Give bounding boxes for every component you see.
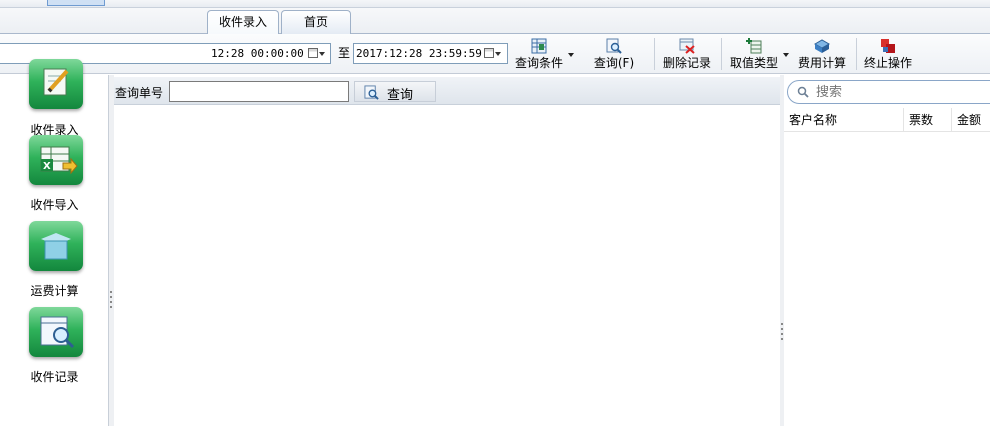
query-bar: 查询单号 查询 (114, 77, 780, 105)
column-header-customer-name[interactable]: 客户名称 (784, 108, 904, 132)
tab-home[interactable]: 首页 (281, 10, 351, 34)
magnifier-record-icon (29, 307, 83, 357)
magnifier-doc-icon (606, 38, 622, 54)
date-range-separator: 至 (338, 46, 351, 60)
query-number-label: 查询单号 (115, 86, 164, 100)
menu-item-cut[interactable] (112, 0, 172, 6)
delete-record-button[interactable]: 删除记录 (660, 34, 714, 74)
value-type-label: 取值类型 (729, 56, 778, 70)
query-number-input[interactable] (169, 81, 349, 102)
stop-operation-label: 终止操作 (863, 56, 912, 70)
fee-calc-button[interactable]: 费用计算 (795, 34, 849, 74)
customer-panel: 客户名称 票数 金额 (784, 75, 990, 426)
box-calc-icon (814, 39, 830, 53)
sidebar-item-freight-calc[interactable]: 运费计算 (0, 221, 109, 305)
chevron-down-icon[interactable] (783, 53, 789, 57)
column-header-amount[interactable]: 金额 (952, 108, 990, 132)
box-calc-icon (29, 221, 83, 271)
sidebar-item-receipt-import[interactable]: X 收件导入 (0, 135, 109, 219)
delete-doc-icon (679, 38, 695, 54)
calendar-dropdown-icon[interactable] (483, 45, 501, 62)
add-column-icon (746, 38, 762, 54)
column-header-ticket-count[interactable]: 票数 (904, 108, 952, 132)
customer-search-box[interactable] (787, 80, 990, 104)
menu-item-active-cut[interactable] (47, 0, 105, 6)
menu-strip (0, 0, 990, 8)
menu-item-cut[interactable] (2, 0, 42, 6)
toolbar-separator (721, 38, 722, 70)
query-search-label: 查询 (387, 88, 414, 103)
date-from-value: 12:28 00:00:00 (211, 47, 304, 60)
stop-operation-button[interactable]: 终止操作 (861, 34, 915, 74)
chevron-down-icon[interactable] (568, 53, 574, 57)
customer-search-input[interactable] (816, 83, 986, 101)
sidebar: 收件录入 X 收件导入 运费计算 收件记录 (0, 59, 109, 426)
sidebar-item-receipt-records[interactable]: 收件记录 (0, 307, 109, 391)
calendar-dropdown-icon[interactable] (307, 45, 325, 62)
tab-bar: 收件录入 首页 (0, 8, 990, 34)
value-type-button[interactable]: 取值类型 (727, 34, 781, 74)
query-button[interactable]: 查询(F) (591, 34, 637, 74)
query-search-button[interactable]: 查询 (354, 81, 436, 103)
sidebar-item-receipt-entry[interactable]: 收件录入 (0, 59, 109, 143)
delete-record-label: 删除记录 (662, 56, 711, 70)
query-condition-button[interactable]: 查询条件 (512, 34, 566, 74)
stop-icon (881, 39, 895, 53)
pencil-edit-icon (29, 59, 83, 109)
main-panel: 查询单号 查询 (114, 75, 780, 426)
magnifier-doc-icon (364, 85, 379, 100)
sidebar-item-label: 运费计算 (30, 284, 79, 298)
toolbar-separator (856, 38, 857, 70)
svg-text:X: X (43, 161, 51, 172)
tab-label: 首页 (303, 15, 328, 29)
tab-label: 收件录入 (218, 15, 267, 29)
sidebar-item-label: 收件导入 (30, 198, 79, 212)
query-label: 查询(F) (593, 56, 635, 70)
search-icon (797, 86, 809, 98)
toolbar-separator (654, 38, 655, 70)
sidebar-item-label: 收件记录 (30, 370, 79, 384)
customer-grid-header: 客户名称 票数 金额 (784, 108, 990, 132)
app-window: 收件录入 首页 12:28 00:00:00 2017:12:28 23:59:… (0, 0, 990, 426)
date-to-value: 2017:12:28 23:59:59 (356, 47, 482, 60)
tab-receipt-entry[interactable]: 收件录入 (207, 10, 279, 34)
fee-calc-label: 费用计算 (797, 56, 846, 70)
date-to-picker[interactable]: 2017:12:28 23:59:59 (353, 43, 508, 64)
excel-import-icon: X (29, 135, 83, 185)
grid-filter-icon (531, 38, 547, 54)
query-condition-label: 查询条件 (514, 56, 563, 70)
